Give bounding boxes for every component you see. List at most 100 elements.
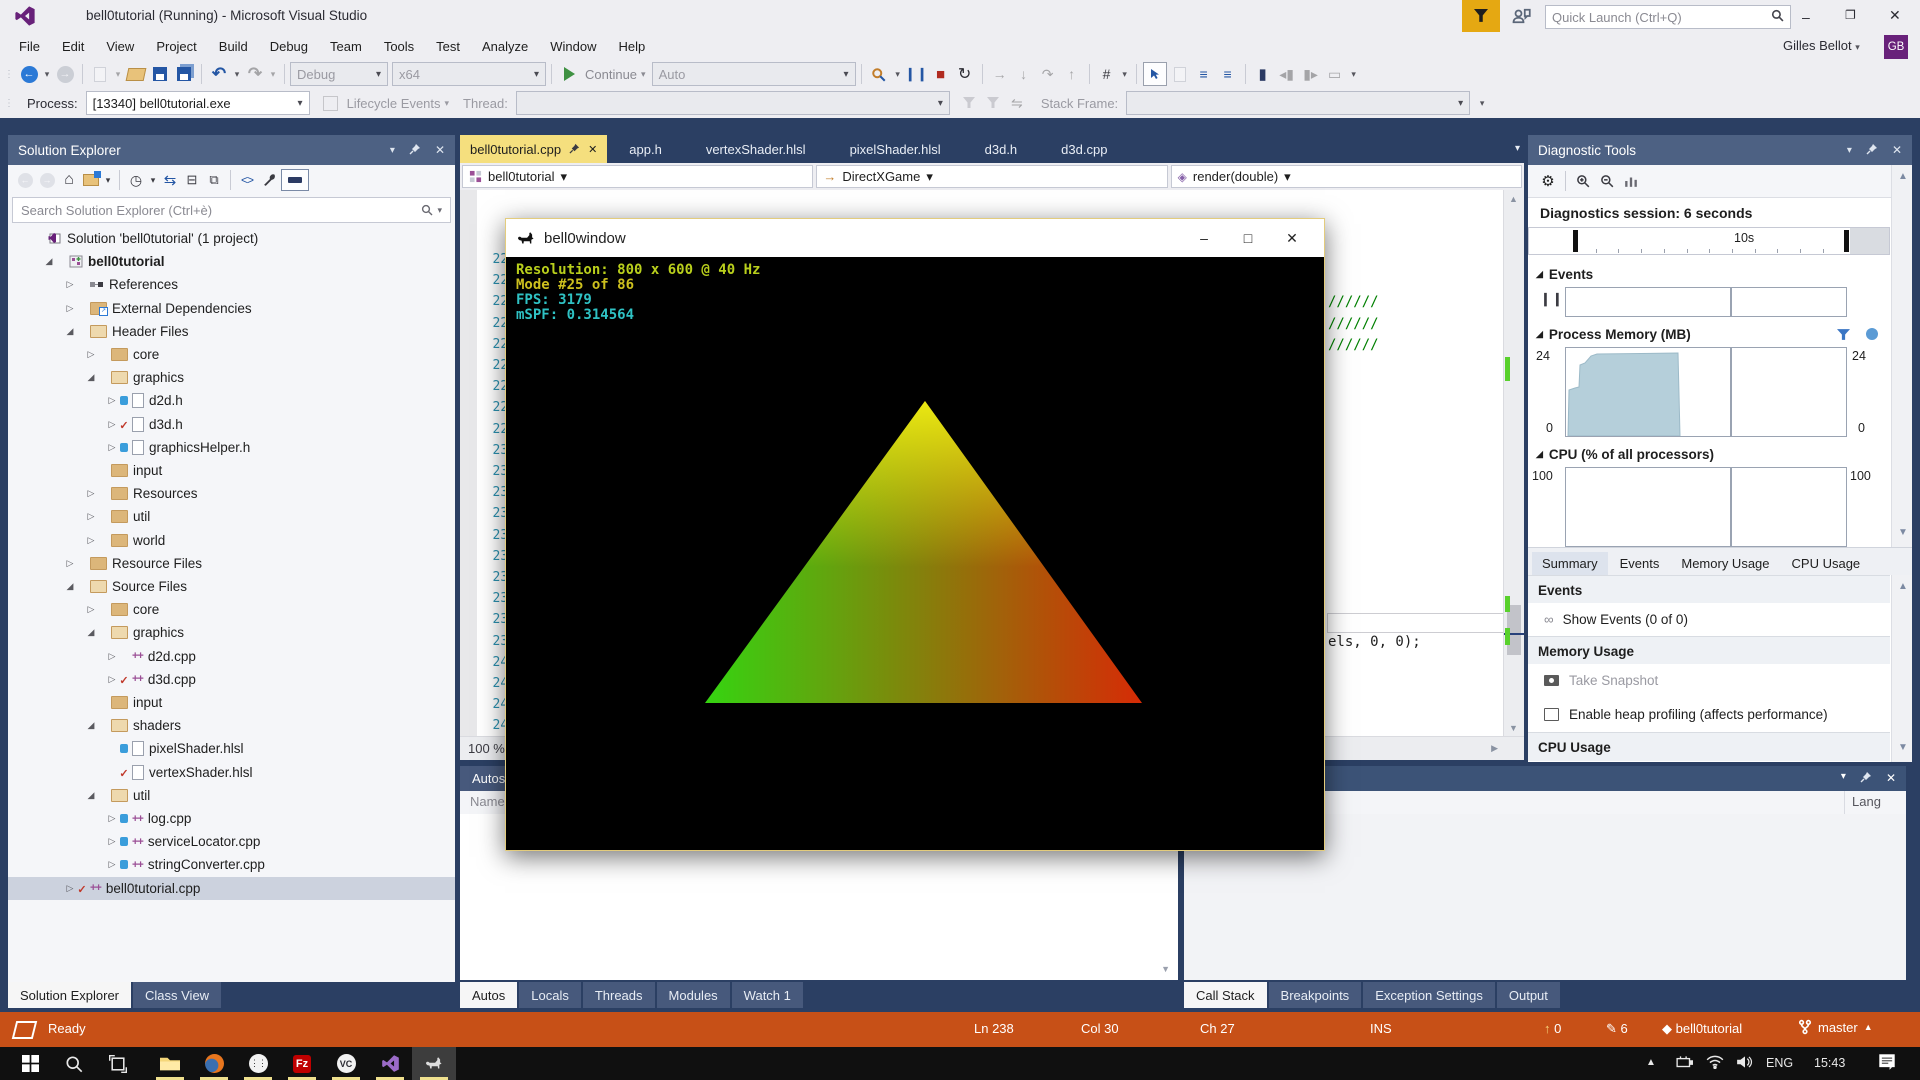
bookmark-next-icon[interactable]: ▮▸ <box>1300 63 1322 85</box>
pause-icon[interactable]: ❙❙ <box>906 63 928 85</box>
menu-debug[interactable]: Debug <box>259 32 319 60</box>
document-tab-vertexshader-hlsl[interactable]: vertexShader.hlsl <box>684 135 828 163</box>
lifecycle-label[interactable]: Lifecycle Events <box>347 96 441 111</box>
tab-output[interactable]: Output <box>1497 982 1560 1008</box>
type-scope-dropdown[interactable]: → DirectXGame▾ <box>816 165 1167 188</box>
tab-solution-explorer[interactable]: Solution Explorer <box>8 982 131 1008</box>
scroll-up-icon[interactable]: ▲ <box>1509 194 1518 204</box>
continue-icon[interactable] <box>558 63 580 85</box>
editor-vertical-scrollbar[interactable]: ↕ ▲ ▼ <box>1503 190 1524 737</box>
expander-icon[interactable]: ◢ <box>85 790 97 801</box>
toolbar-overflow-caret[interactable]: ▾ <box>1348 63 1360 85</box>
memory-legend-dot[interactable] <box>1866 328 1878 340</box>
branch-status[interactable]: master ▲ <box>1798 1019 1873 1035</box>
tree-item-input[interactable]: input <box>8 459 455 482</box>
expander-icon[interactable]: ▷ <box>85 488 97 499</box>
se-sync-icon[interactable]: ⇆ <box>160 170 180 190</box>
zoom-out-icon[interactable] <box>1596 170 1618 192</box>
se-history-icon[interactable]: ◷ <box>126 170 146 190</box>
bookmark-clear-icon[interactable]: ▭ <box>1324 63 1346 85</box>
account-name[interactable]: Gilles Bellot ▾ <box>1783 38 1860 53</box>
tray-battery-icon[interactable] <box>1676 1055 1694 1072</box>
se-history-caret[interactable]: ▾ <box>148 170 158 190</box>
thread-filter2-icon[interactable] <box>982 92 1004 114</box>
diagnostics-scrollbar[interactable]: ▲ ▼ <box>1891 165 1912 547</box>
continue-label[interactable]: Continue <box>585 67 637 82</box>
stop-icon[interactable]: ■ <box>930 63 952 85</box>
tray-chevron-up-icon[interactable]: ▲ <box>1646 1057 1656 1068</box>
restore-button[interactable]: ❐ <box>1845 8 1856 22</box>
expander-icon[interactable]: ◢ <box>64 326 76 337</box>
repo-status[interactable]: ◆ bell0tutorial <box>1662 1021 1742 1037</box>
bell0window[interactable]: bell0window – □ ✕ Resolution: 800 x 600 … <box>505 218 1325 851</box>
expander-icon[interactable]: ▷ <box>64 279 76 290</box>
minimize-button[interactable]: – <box>1802 9 1810 25</box>
continue-caret[interactable]: ▾ <box>641 69 646 80</box>
taskbar-vc-app[interactable]: VC <box>324 1047 368 1080</box>
bookmark-prev-icon[interactable]: ◂▮ <box>1276 63 1298 85</box>
avatar[interactable]: GB <box>1884 35 1908 59</box>
process-dropdown[interactable]: [13340] bell0tutorial.exe▾ <box>86 91 310 115</box>
find-caret[interactable]: ▾ <box>892 63 904 85</box>
tab-watch-1[interactable]: Watch 1 <box>732 982 803 1008</box>
se-preview-toggle-icon[interactable] <box>281 169 309 191</box>
expander-icon[interactable]: ▷ <box>85 349 97 360</box>
undo-caret[interactable]: ▾ <box>232 63 242 85</box>
lifecycle-caret[interactable]: ▾ <box>445 98 450 109</box>
se-pending-caret[interactable]: ▾ <box>103 170 113 190</box>
close-icon[interactable]: ✕ <box>435 143 445 157</box>
heap-profiling-button[interactable]: Enable heap profiling (affects performan… <box>1528 698 1890 731</box>
document-tab-pixelshader-hlsl[interactable]: pixelShader.hlsl <box>828 135 963 163</box>
tray-wifi-icon[interactable] <box>1706 1055 1724 1072</box>
tree-item-util[interactable]: ▷util <box>8 505 455 528</box>
redo-icon[interactable]: ↷ <box>244 63 266 85</box>
panel-menu-caret-icon[interactable]: ▾ <box>1841 771 1846 786</box>
tab-locals[interactable]: Locals <box>519 982 581 1008</box>
expander-icon[interactable]: ▷ <box>85 511 97 522</box>
tab-class-view[interactable]: Class View <box>133 982 221 1008</box>
tree-item-d2d-h[interactable]: ▷d2d.h <box>8 389 455 412</box>
indent-less-icon[interactable]: ≡ <box>1193 63 1215 85</box>
breakpoint-gutter[interactable] <box>460 190 477 737</box>
se-pending-changes-icon[interactable] <box>81 170 101 190</box>
tray-clock[interactable]: 15:43 <box>1814 1056 1845 1070</box>
diagnostic-tools-header[interactable]: Diagnostic Tools ▾ ✕ <box>1528 135 1912 165</box>
autos-name-column[interactable]: Name <box>470 794 505 809</box>
expander-icon[interactable]: ▷ <box>106 395 118 406</box>
document-tab-d3d-h[interactable]: d3d.h <box>963 135 1040 163</box>
menu-help[interactable]: Help <box>608 32 657 60</box>
minimize-icon[interactable]: – <box>1182 230 1226 247</box>
menu-tools[interactable]: Tools <box>373 32 425 60</box>
pin-icon[interactable] <box>1866 143 1878 158</box>
tab-overflow-caret[interactable]: ▾ <box>1515 143 1520 154</box>
task-view-icon[interactable] <box>96 1047 140 1080</box>
member-scope-dropdown[interactable]: ◈ render(double)▾ <box>1171 165 1522 188</box>
scroll-down-icon[interactable]: ▼ <box>1898 527 1908 538</box>
debugbar-overflow-caret[interactable]: ▾ <box>1476 92 1488 114</box>
platform-dropdown[interactable]: x64▾ <box>392 62 546 86</box>
thread-dropdown[interactable]: ▾ <box>516 91 950 115</box>
step-over-icon[interactable]: ↷ <box>1037 63 1059 85</box>
diag-tab-events[interactable]: Events <box>1610 552 1670 575</box>
redo-caret[interactable]: ▾ <box>268 63 278 85</box>
close-icon[interactable]: ✕ <box>1892 143 1902 157</box>
tree-item-graphics[interactable]: ◢graphics <box>8 621 455 644</box>
expander-icon[interactable]: ◢ <box>85 720 97 731</box>
tree-item-util[interactable]: ◢util <box>8 784 455 807</box>
close-button[interactable]: ✕ <box>1889 7 1901 24</box>
menu-file[interactable]: File <box>8 32 51 60</box>
expander-icon[interactable]: ▷ <box>106 674 118 685</box>
expander-icon[interactable]: ▷ <box>106 442 118 453</box>
tree-item-source-files[interactable]: ◢Source Files <box>8 575 455 598</box>
expander-icon[interactable]: ▷ <box>85 535 97 546</box>
solution-explorer-search[interactable]: Search Solution Explorer (Ctrl+è) ▾ <box>12 197 451 223</box>
settings-gear-icon[interactable]: ⚙ <box>1537 170 1559 192</box>
scroll-down-icon[interactable]: ▼ <box>1509 723 1518 733</box>
panel-menu-caret-icon[interactable]: ▾ <box>390 145 395 156</box>
tree-item-solution-bell0tutorial-1-project-[interactable]: Solution 'bell0tutorial' (1 project) <box>8 227 455 250</box>
close-icon[interactable]: ✕ <box>1270 230 1314 247</box>
tree-item-resources[interactable]: ▷Resources <box>8 482 455 505</box>
new-file-icon[interactable] <box>89 63 111 85</box>
save-all-icon[interactable] <box>173 63 195 85</box>
tree-item-world[interactable]: ▷world <box>8 529 455 552</box>
